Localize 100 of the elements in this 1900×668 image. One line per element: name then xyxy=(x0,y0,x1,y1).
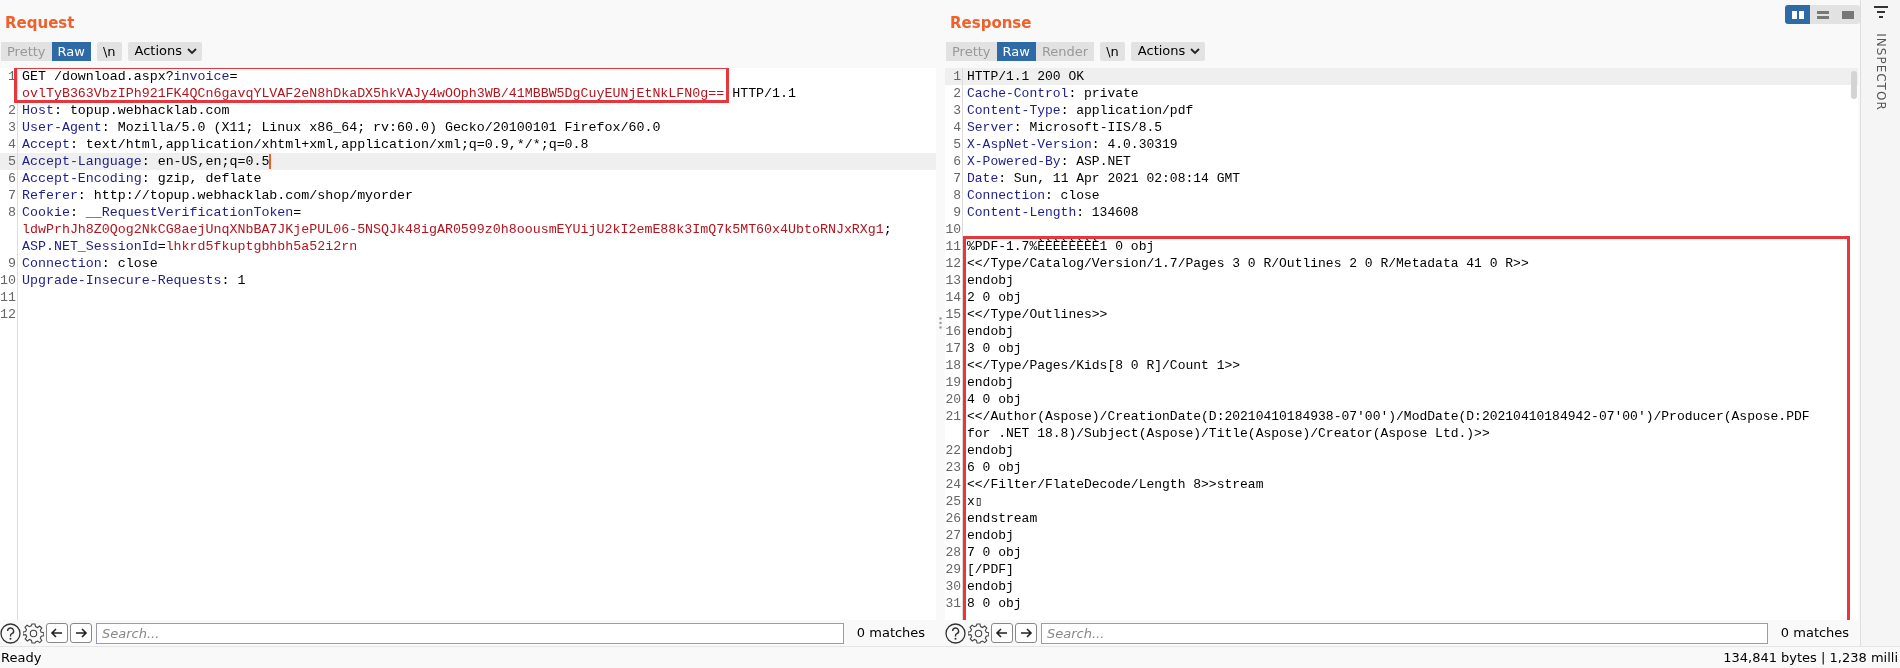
line-number: 14 xyxy=(945,290,961,305)
line-number: 13 xyxy=(945,273,961,288)
line-number: 7 xyxy=(8,188,16,203)
code-line: %PDF-1.7%ÈÈÈÈÈÈÈÈ1 0 obj xyxy=(967,238,1155,255)
line-number: 1 xyxy=(953,69,961,84)
newline-toggle-button[interactable]: \n xyxy=(96,41,122,61)
code-line: HTTP/1.1 200 OK xyxy=(967,68,1085,85)
previous-match-button[interactable] xyxy=(991,623,1013,643)
match-count: 0 matches xyxy=(1779,624,1851,643)
line-number: 25 xyxy=(945,494,961,509)
line-number: 31 xyxy=(945,596,961,611)
line-number: 12 xyxy=(945,256,961,271)
code-line: X-Powered-By: ASP.NET xyxy=(967,153,1131,170)
code-line: endobj xyxy=(967,272,1014,289)
line-number: 21 xyxy=(945,409,961,424)
line-number: 8 xyxy=(953,188,961,203)
match-count: 0 matches xyxy=(855,624,927,643)
line-number: 16 xyxy=(945,324,961,339)
line-number: 12 xyxy=(0,307,16,322)
code-line: Server: Microsoft-IIS/8.5 xyxy=(967,119,1163,136)
layout-toggle-button[interactable] xyxy=(1810,5,1835,24)
line-number: 19 xyxy=(945,375,961,390)
search-field[interactable]: Search... xyxy=(1041,622,1768,644)
next-match-button[interactable] xyxy=(1015,623,1037,643)
code-line: endstream xyxy=(967,510,1038,527)
help-icon[interactable] xyxy=(945,622,966,644)
line-number: 28 xyxy=(945,545,961,560)
code-line: GET /download.aspx?invoice= xyxy=(22,68,238,85)
code-line: Referer: http://topup.webhacklab.com/shop/myorder xyxy=(22,187,413,204)
line-number: 23 xyxy=(945,460,961,475)
line-number: 2 xyxy=(8,103,16,118)
layout-toggle-button[interactable] xyxy=(1785,5,1810,24)
code-line: <</Author(Aspose)/CreationDate(D:20210410184938-07'00')/ModDate(D:20210410184942-07'00')/Producer(Aspose.PDF xyxy=(967,408,1810,425)
code-line: Upgrade-Insecure-Requests: 1 xyxy=(22,272,246,289)
code-line: Connection: close xyxy=(22,255,158,272)
line-number: 4 xyxy=(8,137,16,152)
help-icon[interactable] xyxy=(0,622,21,644)
previous-match-button[interactable] xyxy=(46,623,68,643)
code-line: ASP.NET_SessionId=lhkrd5fkuptgbhbh5a52i2rn xyxy=(22,238,358,255)
request-title: Request xyxy=(5,13,75,34)
code-line: Accept: text/html,application/xhtml+xml,application/xml;q=0.9,*/*;q=0.8 xyxy=(22,136,589,153)
next-match-button[interactable] xyxy=(70,623,92,643)
splitter-handle-icon[interactable] xyxy=(939,317,942,329)
settings-icon[interactable] xyxy=(23,622,44,644)
line-number: 10 xyxy=(0,273,16,288)
code-line: x▯ xyxy=(967,493,983,510)
scrollbar-thumb[interactable] xyxy=(1851,71,1857,99)
line-number: 9 xyxy=(8,256,16,271)
code-line: endobj xyxy=(967,323,1014,340)
code-line: <</Type/Pages/Kids[8 0 R]/Count 1>> xyxy=(967,357,1241,374)
layout-toggle-button[interactable] xyxy=(1835,5,1860,24)
response-title: Response xyxy=(950,13,1032,34)
code-line: Host: topup.webhacklab.com xyxy=(22,102,230,119)
line-number: 30 xyxy=(945,579,961,594)
view-tab[interactable]: Raw xyxy=(51,41,91,61)
line-number: 24 xyxy=(945,477,961,492)
code-line: 4 0 obj xyxy=(967,391,1022,408)
line-number: 29 xyxy=(945,562,961,577)
settings-icon[interactable] xyxy=(968,622,989,644)
line-number: 15 xyxy=(945,307,961,322)
code-line: Content-Type: application/pdf xyxy=(967,102,1194,119)
chevron-down-icon xyxy=(1190,47,1201,55)
search-field[interactable]: Search... xyxy=(96,622,844,644)
code-editor[interactable] xyxy=(945,68,1858,620)
single-pane-icon xyxy=(1839,8,1856,21)
line-number: 9 xyxy=(953,205,961,220)
rows-layout-icon xyxy=(1814,8,1831,21)
line-number: 5 xyxy=(8,154,16,169)
code-line: <</Type/Outlines>> xyxy=(967,306,1108,323)
line-number: 3 xyxy=(8,120,16,135)
line-number: 20 xyxy=(945,392,961,407)
code-line: User-Agent: Mozilla/5.0 (X11; Linux x86_64; rv:60.0) Gecko/20100101 Firefox/60.0 xyxy=(22,119,661,136)
actions-button[interactable]: Actions xyxy=(127,41,203,61)
code-line: endobj xyxy=(967,527,1014,544)
code-line: <</Type/Catalog/Version/1.7/Pages 3 0 R/Outlines 2 0 R/Metadata 41 0 R>> xyxy=(967,255,1529,272)
code-line: 3 0 obj xyxy=(967,340,1022,357)
code-line: Accept-Encoding: gzip, deflate xyxy=(22,170,262,187)
line-number: 11 xyxy=(945,239,961,254)
line-number: 3 xyxy=(953,103,961,118)
line-number: 8 xyxy=(8,205,16,220)
code-line: Content-Length: 134608 xyxy=(967,204,1139,221)
chevron-down-icon xyxy=(187,47,198,55)
line-number: 6 xyxy=(8,171,16,186)
response-size-text: 134,841 bytes | 1,238 milli xyxy=(1723,648,1899,667)
code-editor[interactable] xyxy=(0,68,936,620)
code-line: <</Filter/FlateDecode/Length 8>>stream xyxy=(967,476,1264,493)
actions-button[interactable]: Actions xyxy=(1130,41,1206,61)
line-number: 18 xyxy=(945,358,961,373)
code-line: Accept-Language: en-US,en;q=0.5 xyxy=(22,153,270,170)
inspector-tab[interactable]: INSPECTOR xyxy=(1871,33,1890,111)
filter-icon[interactable] xyxy=(1873,6,1888,18)
code-line: endobj xyxy=(967,578,1014,595)
newline-toggle-button[interactable]: \n xyxy=(1100,41,1125,61)
code-line: endobj xyxy=(967,374,1014,391)
line-number: 10 xyxy=(945,222,961,237)
view-tab[interactable]: Raw xyxy=(996,41,1036,61)
status-text: Ready xyxy=(0,648,42,667)
code-line: X-AspNet-Version: 4.0.30319 xyxy=(967,136,1178,153)
line-number: 22 xyxy=(945,443,961,458)
line-number: 17 xyxy=(945,341,961,356)
